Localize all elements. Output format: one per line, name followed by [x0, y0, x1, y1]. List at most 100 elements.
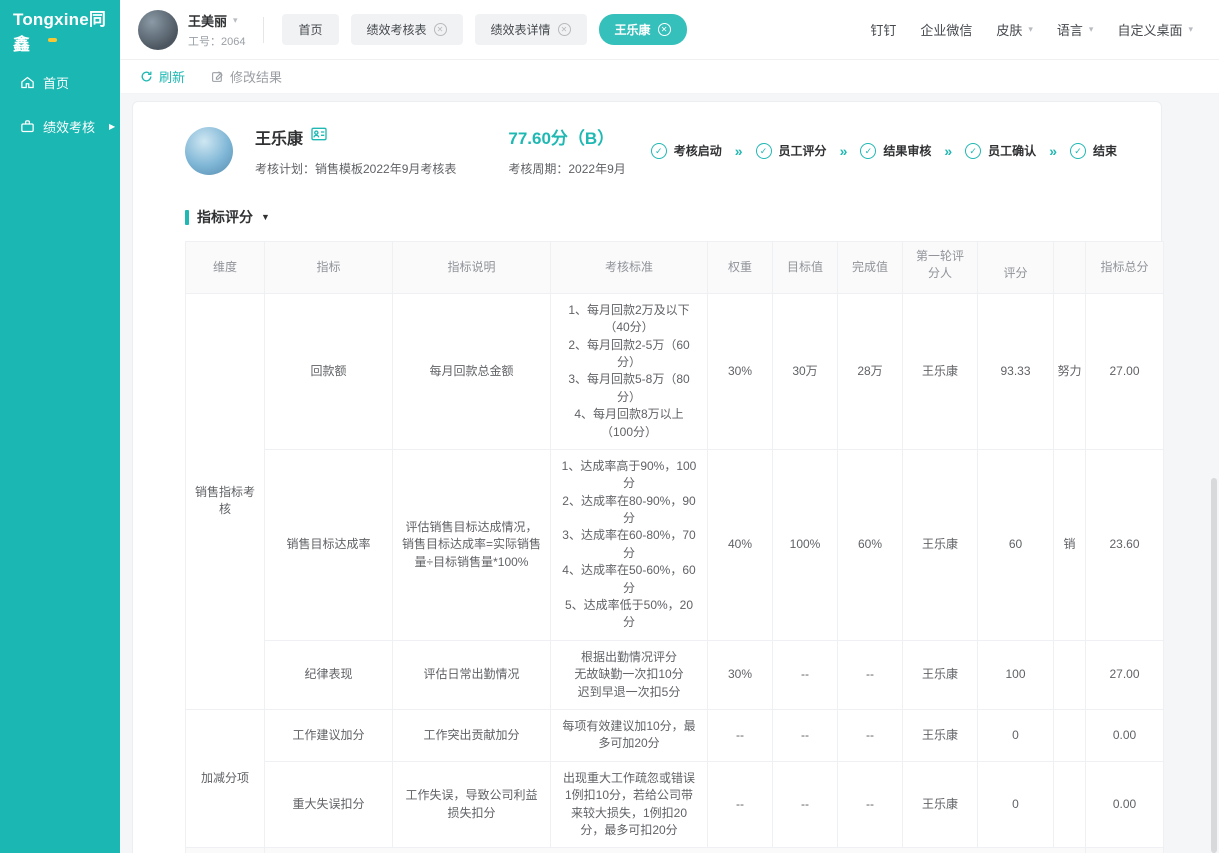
cell-comment-clipped: 努力: [1054, 293, 1086, 449]
link-language[interactable]: 语言▾: [1057, 20, 1094, 39]
criteria-line: 1、每月回款2万及以下（40分）: [561, 302, 697, 337]
home-icon: [20, 75, 35, 90]
sidebar-item-label: 绩效考核: [43, 117, 95, 136]
user-avatar[interactable]: [138, 10, 178, 50]
step-label: 考核启动: [674, 142, 722, 159]
close-icon[interactable]: ✕: [434, 23, 447, 36]
tab-label: 首页: [298, 21, 322, 38]
cell-criteria: 根据出勤情况评分 无故缺勤一次扣10分 迟到早退一次扣5分: [551, 640, 708, 709]
close-icon[interactable]: ✕: [658, 23, 671, 36]
tab-performance-forms[interactable]: 绩效考核表 ✕: [351, 14, 463, 45]
scoring-table: 维度 指标 指标说明 考核标准 权重 目标值 完成值 第一轮评分人 评分 指标: [185, 241, 1164, 853]
table-row[interactable]: 纪律表现 评估日常出勤情况 根据出勤情况评分 无故缺勤一次扣10分 迟到早退一次…: [186, 640, 1164, 709]
close-icon[interactable]: ✕: [558, 23, 571, 36]
tab-employee-wanglekang[interactable]: 王乐康 ✕: [599, 14, 687, 45]
cell-description: 评估日常出勤情况: [393, 640, 551, 709]
assessment-plan: 考核计划：销售模板2022年9月考核表: [255, 160, 456, 177]
logo-accent-dot: [48, 38, 57, 42]
cell-score: 0: [978, 761, 1054, 848]
check-circle-icon: ✓: [1070, 143, 1086, 159]
criteria-line: 2、每月回款2-5万（60分）: [561, 337, 697, 372]
criteria-line: 3、每月回款5-8万（80分）: [561, 371, 697, 406]
detail-card: 王乐康 考核计划：销售模板2022年9月考核表 77.60分（B） 考核周期：2…: [132, 101, 1162, 853]
modify-result-button[interactable]: 修改结果: [211, 67, 282, 86]
cell-scorer: 王乐康: [903, 761, 978, 848]
col-indicator-total: 指标总分: [1086, 242, 1164, 294]
cell-score: 100: [978, 640, 1054, 709]
caret-down-icon: ▾: [1089, 24, 1094, 35]
cell-dimension: 销售指标考核: [186, 293, 265, 709]
step-label: 结束: [1093, 142, 1117, 159]
cell-comment-clipped: 销: [1054, 449, 1086, 640]
sidebar: Tongxine同鑫 首页 绩效考核 ▶: [0, 0, 120, 853]
step-employee-scoring: ✓ 员工评分: [756, 142, 827, 159]
sidebar-item-label: 首页: [43, 73, 69, 92]
cell-weight: 30%: [708, 293, 773, 449]
tab-form-details[interactable]: 绩效表详情 ✕: [475, 14, 587, 45]
cell-weight: 30%: [708, 640, 773, 709]
link-skin[interactable]: 皮肤 ▾: [996, 20, 1033, 39]
assessment-period: 考核周期：2022年9月: [508, 160, 625, 177]
modify-result-label: 修改结果: [230, 67, 282, 86]
cell-target: 30万: [773, 293, 838, 449]
cell-target: 100%: [773, 449, 838, 640]
step-label: 员工确认: [988, 142, 1036, 159]
caret-right-icon: ▶: [109, 122, 115, 131]
criteria-line: 3、达成率在60-80%，70分: [561, 527, 697, 562]
cell-criteria: 1、达成率高于90%，100分 2、达成率在80-90%，90分 3、达成率在6…: [551, 449, 708, 640]
user-name: 王美丽: [188, 11, 227, 30]
caret-down-icon: ▾: [1188, 24, 1193, 35]
col-comment-clipped: [1054, 242, 1086, 294]
cell-score: 0: [978, 709, 1054, 761]
content-area: 王乐康 考核计划：销售模板2022年9月考核表 77.60分（B） 考核周期：2…: [120, 94, 1219, 853]
cell-scorer: 王乐康: [903, 449, 978, 640]
workflow-steps: ✓ 考核启动 » ✓ 员工评分 » ✓ 结果审核 »: [651, 142, 1117, 159]
step-label: 员工评分: [779, 142, 827, 159]
cell-indicator: 重大失误扣分: [265, 761, 393, 848]
col-description: 指标说明: [393, 242, 551, 294]
chevron-double-icon: »: [944, 143, 952, 159]
link-label: 企业微信: [920, 20, 972, 39]
table-row[interactable]: 重大失误扣分 工作失误，导致公司利益损失扣分 出现重大工作疏忽或错误1例扣10分…: [186, 761, 1164, 848]
cell-total: 0.00: [1086, 761, 1164, 848]
user-info[interactable]: 王美丽 ▾ 工号：2064: [188, 11, 245, 49]
cell-indicator: 销售目标达成率: [265, 449, 393, 640]
brand-logo[interactable]: Tongxine同鑫: [0, 0, 120, 60]
caret-down-icon[interactable]: ▼: [261, 212, 270, 222]
table-row[interactable]: 加减分项 工作建议加分 工作突出贡献加分 每项有效建议加10分，最多可加20分 …: [186, 709, 1164, 761]
table-row[interactable]: 销售指标考核 回款额 每月回款总金额 1、每月回款2万及以下（40分） 2、每月…: [186, 293, 1164, 449]
cell-description: 工作突出贡献加分: [393, 709, 551, 761]
sidebar-item-performance[interactable]: 绩效考核 ▶: [0, 104, 120, 148]
cell-completion: 28万: [838, 293, 903, 449]
cell-scorer: 王乐康: [903, 709, 978, 761]
cell-comment-clipped: [1054, 709, 1086, 761]
table-row[interactable]: 销售目标达成率 评估销售目标达成情况，销售目标达成率=实际销售量÷目标销售量*1…: [186, 449, 1164, 640]
link-custom-desktop[interactable]: 自定义桌面▾: [1117, 20, 1193, 39]
cell-completion: --: [838, 640, 903, 709]
link-label: 皮肤: [996, 20, 1022, 39]
col-dimension: 维度: [186, 242, 265, 294]
cell-total: 27.00: [1086, 293, 1164, 449]
cell-scorer: 王乐康: [903, 293, 978, 449]
section-indicator-scoring[interactable]: 指标评分 ▼: [185, 207, 1157, 227]
cell-comment-clipped: [1054, 761, 1086, 848]
col-criteria: 考核标准: [551, 242, 708, 294]
id-card-icon[interactable]: [311, 127, 327, 146]
section-title-text: 指标评分: [197, 207, 253, 227]
top-header: 王美丽 ▾ 工号：2064 首页 绩效考核表 ✕ 绩效表详情 ✕: [120, 0, 1219, 60]
tab-home[interactable]: 首页: [282, 14, 338, 45]
caret-down-icon: ▾: [233, 15, 238, 26]
tab-label: 绩效表详情: [491, 21, 551, 38]
sidebar-item-home[interactable]: 首页: [0, 60, 120, 104]
brand-logo-text: Tongxine同鑫: [13, 5, 120, 55]
refresh-button[interactable]: 刷新: [140, 67, 185, 86]
link-dingtalk[interactable]: 钉钉: [870, 20, 896, 39]
caret-down-icon: ▾: [1028, 24, 1033, 35]
vertical-scrollbar-thumb[interactable]: [1211, 478, 1217, 853]
cell-description: 每月回款总金额: [393, 293, 551, 449]
top-links: 钉钉 企业微信 皮肤 ▾ 语言▾ 自定义桌面▾: [870, 20, 1193, 39]
link-wecom[interactable]: 企业微信: [920, 20, 972, 39]
cell-description: 工作失误，导致公司利益损失扣分: [393, 761, 551, 848]
toolbar: 刷新 修改结果: [120, 60, 1219, 94]
cell-score: 60: [978, 449, 1054, 640]
